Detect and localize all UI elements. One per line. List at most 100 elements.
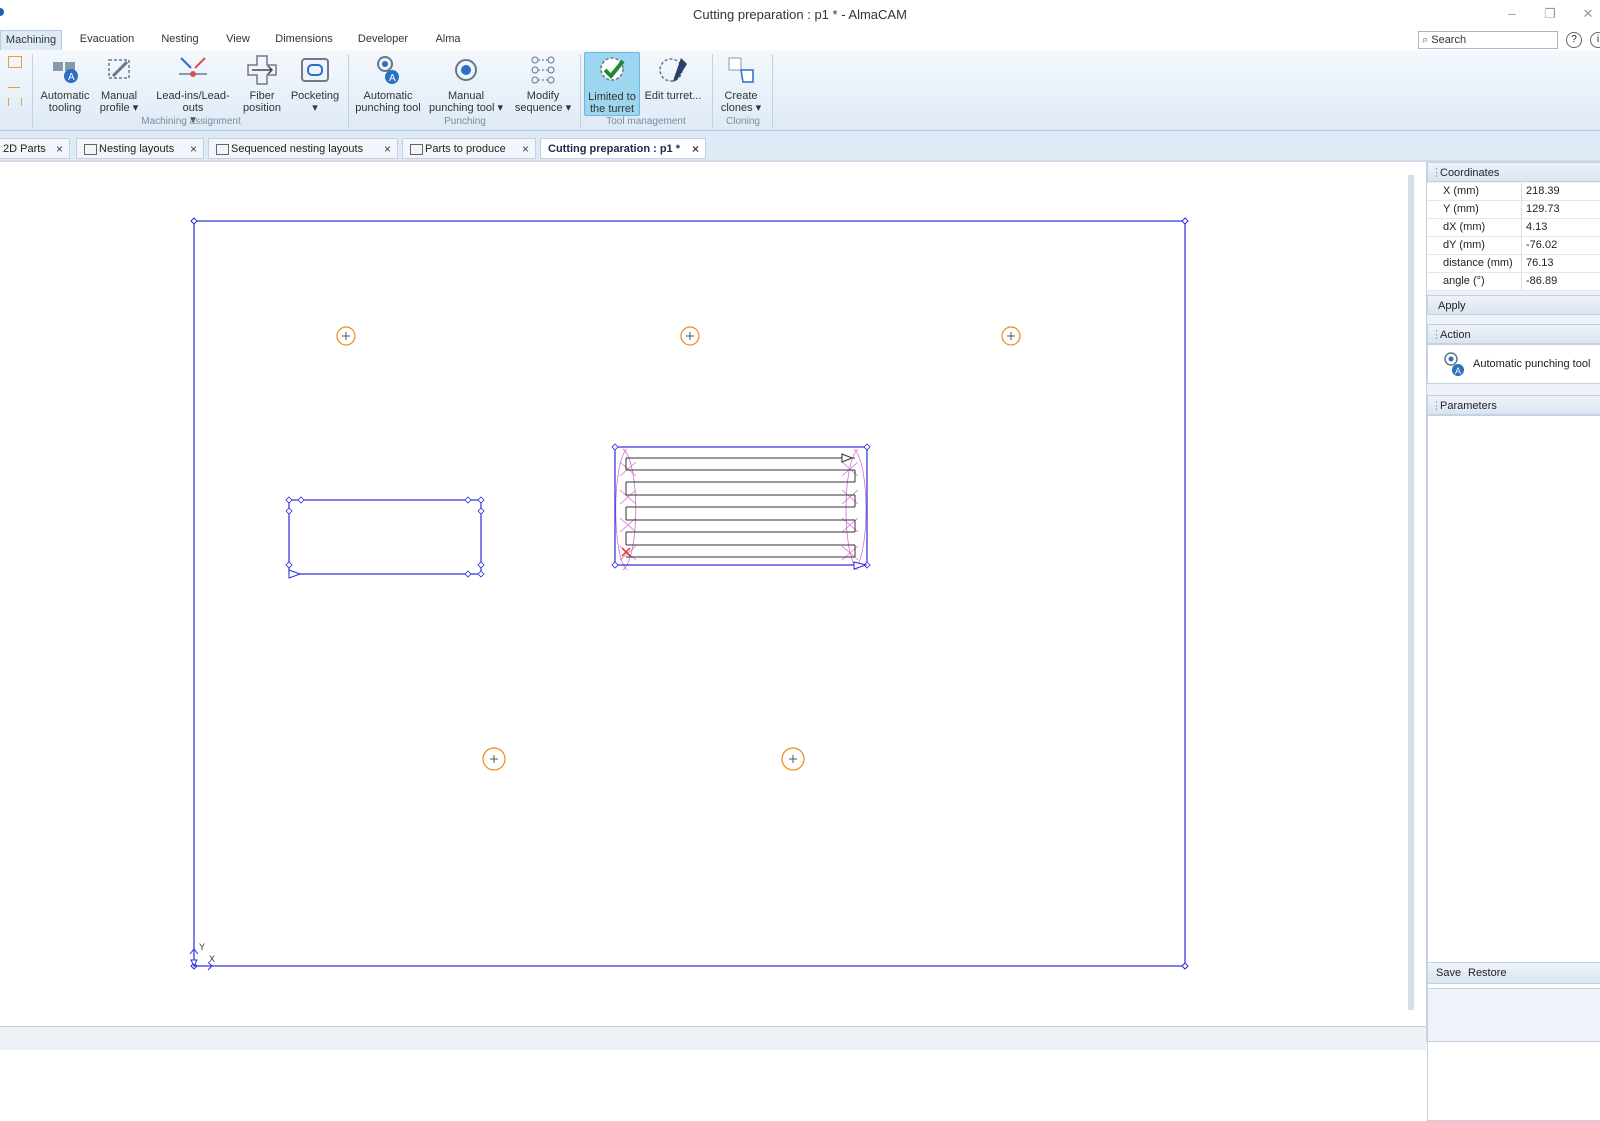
pocketing-button[interactable]: Pocketing ▾ xyxy=(288,52,342,114)
ribbon-tab-bar: Machining Evacuation Nesting View Dimens… xyxy=(0,30,1600,50)
coord-value-field[interactable]: 76.13 xyxy=(1521,255,1554,272)
automatic-tooling-icon: A xyxy=(53,62,78,83)
parts-icon xyxy=(410,144,423,155)
coord-row: Y (mm) 129.73 xyxy=(1427,201,1600,219)
coord-value-field[interactable]: 4.13 xyxy=(1521,219,1547,236)
parameters-header[interactable]: Parameters xyxy=(1427,395,1600,416)
doc-tab-2d-parts[interactable]: 2D Parts × xyxy=(0,138,70,159)
manual-profile-button[interactable]: Manual profile ▾ xyxy=(94,52,144,114)
coord-value-field[interactable]: 218.39 xyxy=(1521,183,1560,200)
coord-value-field[interactable]: 129.73 xyxy=(1521,201,1560,218)
coord-value-field[interactable]: -76.02 xyxy=(1521,237,1557,254)
save-restore-bar: Save Restore xyxy=(1427,962,1600,984)
create-clones-icon xyxy=(728,57,754,83)
manual-punching-tool-button[interactable]: Manual punching tool ▾ xyxy=(426,52,506,114)
fiber-position-button[interactable]: Fiber position xyxy=(240,52,284,114)
sheet-drawing[interactable] xyxy=(0,162,1408,1026)
line-small-icon[interactable] xyxy=(8,77,20,88)
coord-row: angle (°) -86.89 xyxy=(1427,273,1600,291)
coord-value-field[interactable]: -86.89 xyxy=(1521,273,1557,290)
ribbon: A Automatic tooling Manual profile ▾ Lea… xyxy=(0,50,1600,131)
limited-to-turret-button[interactable]: Limited to the turret xyxy=(584,52,640,116)
modify-sequence-icon xyxy=(531,56,555,84)
edit-turret-icon xyxy=(659,58,687,82)
part-punched-center[interactable] xyxy=(611,443,871,571)
info-icon[interactable]: i xyxy=(1590,32,1600,48)
restore-button[interactable]: ❐ xyxy=(1540,5,1560,23)
close-icon[interactable]: × xyxy=(692,139,699,159)
create-clones-button[interactable]: Create clones ▾ xyxy=(716,52,766,114)
part-rectangle-left[interactable] xyxy=(285,496,485,579)
close-button[interactable]: ✕ xyxy=(1578,5,1598,23)
automatic-tooling-button[interactable]: A Automatic tooling xyxy=(38,52,92,114)
action-header[interactable]: Action xyxy=(1427,324,1600,345)
automatic-punching-icon: A xyxy=(1444,352,1464,376)
manual-punching-icon xyxy=(455,59,477,81)
pocketing-icon xyxy=(301,58,329,82)
close-icon[interactable]: × xyxy=(522,139,529,159)
help-icon[interactable]: ? xyxy=(1566,32,1582,48)
action-box: A Automatic punching tool xyxy=(1427,344,1600,384)
svg-text:A: A xyxy=(1455,366,1461,376)
fiber-position-icon xyxy=(247,55,277,85)
svg-text:A: A xyxy=(389,73,396,84)
group-punching: Punching xyxy=(444,116,486,127)
check-turret-icon xyxy=(600,57,625,81)
status-bar xyxy=(0,1026,1426,1050)
close-icon[interactable]: × xyxy=(56,139,63,159)
doc-tab-cutting-preparation[interactable]: Cutting preparation : p1 * × xyxy=(540,138,706,159)
title-bar: Cutting preparation : p1 * - AlmaCAM – ❐… xyxy=(0,0,1600,30)
axis-label-x: X xyxy=(209,954,216,964)
tab-nesting[interactable]: Nesting xyxy=(154,30,206,49)
document-tab-bar: 2D Parts × Nesting layouts × Sequenced n… xyxy=(0,131,1600,162)
tab-machining[interactable]: Machining xyxy=(0,30,62,50)
drawing-canvas[interactable]: Y X xyxy=(0,162,1408,1026)
dimension-small-icon[interactable] xyxy=(8,98,22,106)
punch-hits xyxy=(615,448,867,571)
tab-view[interactable]: View xyxy=(220,30,256,49)
lead-ins-lead-outs-button[interactable]: Lead-ins/Lead-outs ▾ xyxy=(146,52,240,126)
search-input[interactable]: ⌕ Search xyxy=(1418,31,1558,49)
automatic-punching-tool-button[interactable]: A Automatic punching tool xyxy=(354,52,422,114)
svg-text:A: A xyxy=(68,72,75,83)
group-tool-management: Tool management xyxy=(606,116,686,127)
hole-markers xyxy=(336,326,1021,771)
group-cloning: Cloning xyxy=(726,116,760,127)
edit-turret-button[interactable]: Edit turret... xyxy=(642,52,704,114)
tab-alma[interactable]: Alma xyxy=(430,30,466,49)
doc-tab-nesting-layouts[interactable]: Nesting layouts × xyxy=(76,138,204,159)
automatic-punching-icon: A xyxy=(377,56,399,84)
coord-row: dY (mm) -76.02 xyxy=(1427,237,1600,255)
group-machining-assignment: Machining assignment xyxy=(141,116,241,127)
apply-button[interactable]: Apply xyxy=(1427,295,1600,315)
lead-in-arrow xyxy=(288,569,302,579)
coord-row: distance (mm) 76.13 xyxy=(1427,255,1600,273)
manual-profile-icon xyxy=(108,59,130,79)
coord-row: X (mm) 218.39 xyxy=(1427,183,1600,201)
coord-row: dX (mm) 4.13 xyxy=(1427,219,1600,237)
coordinates-header[interactable]: Coordinates xyxy=(1427,162,1600,183)
minimize-button[interactable]: – xyxy=(1502,5,1522,23)
bottom-panel-area xyxy=(1427,988,1600,1042)
doc-tab-sequenced-nesting-layouts[interactable]: Sequenced nesting layouts × xyxy=(208,138,398,159)
doc-tab-parts-to-produce[interactable]: Parts to produce × xyxy=(402,138,536,159)
layout-icon xyxy=(216,144,229,155)
copy-small-icon[interactable] xyxy=(8,56,22,68)
punch-path-lines xyxy=(625,457,856,558)
axis-label-y: Y xyxy=(199,942,206,952)
tab-developer[interactable]: Developer xyxy=(352,30,414,49)
sheet-corners xyxy=(190,217,1189,970)
tab-evacuation[interactable]: Evacuation xyxy=(72,30,142,49)
lead-ins-icon xyxy=(179,57,207,77)
close-icon[interactable]: × xyxy=(384,139,391,159)
save-button[interactable]: Save xyxy=(1436,967,1461,979)
restore-button[interactable]: Restore xyxy=(1468,967,1507,979)
modify-sequence-button[interactable]: Modify sequence ▾ xyxy=(510,52,576,114)
vertical-scrollbar[interactable] xyxy=(1408,175,1414,1010)
close-icon[interactable]: × xyxy=(190,139,197,159)
tab-dimensions[interactable]: Dimensions xyxy=(272,30,336,49)
properties-panel: Coordinates X (mm)218.39 Y (mm)129.73 dX… xyxy=(1426,162,1600,1121)
window-title: Cutting preparation : p1 * - AlmaCAM xyxy=(693,7,907,22)
layout-icon xyxy=(84,144,97,155)
search-icon: ⌕ xyxy=(1422,34,1429,46)
